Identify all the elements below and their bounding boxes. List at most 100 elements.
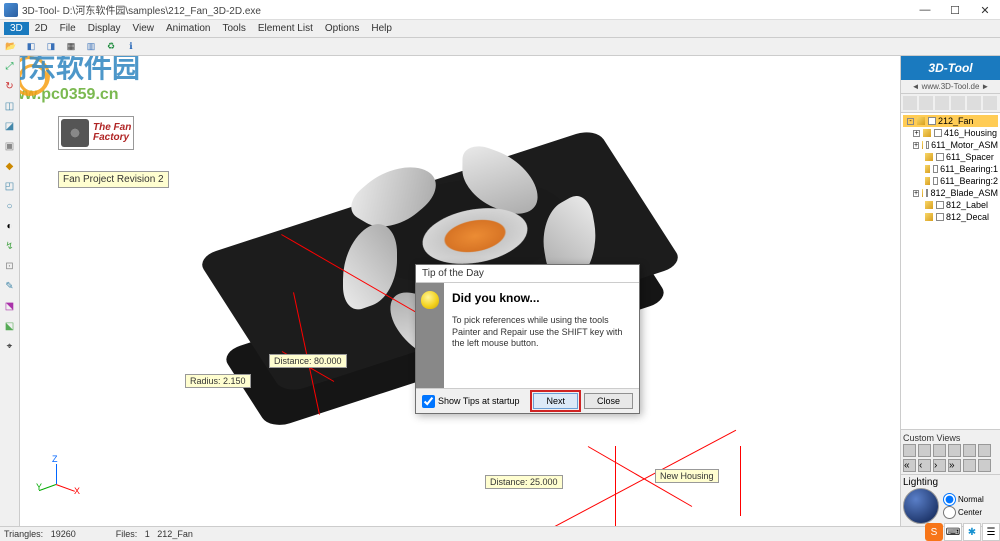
tool-icon-14[interactable]: ⬕	[2, 318, 18, 334]
toolbar-btn-7[interactable]: ℹ	[124, 40, 138, 54]
cube-icon[interactable]: ◫	[2, 98, 18, 114]
nav-back-icon[interactable]: ◄	[912, 82, 920, 91]
tool-icon-6[interactable]: ◆	[2, 158, 18, 174]
nav-fwd-icon[interactable]: ►	[981, 82, 989, 91]
toolbar-open-icon[interactable]: 📂	[4, 40, 18, 54]
fan-factory-icon	[61, 119, 89, 147]
tree-node[interactable]: 611_Bearing:2	[903, 175, 998, 187]
tool-icon-12[interactable]: ✎	[2, 278, 18, 294]
toolbar: 📂 ◧ ◨ ▦ ▥ ♻ ℹ	[0, 38, 1000, 56]
dimension-label-radius[interactable]: Radius: 2.150	[185, 374, 251, 388]
panel-icon[interactable]	[951, 96, 965, 110]
filename: 212_Fan	[157, 529, 193, 539]
tray-icon-3[interactable]: ✱	[963, 523, 981, 541]
view-btn[interactable]: ›	[933, 459, 946, 472]
tool-icon-11[interactable]: ⊡	[2, 258, 18, 274]
model-tree[interactable]: -212_Fan +416_Housing +611_Motor_ASM 611…	[901, 113, 1000, 429]
toolbar-btn-2[interactable]: ◧	[24, 40, 38, 54]
panel-icon[interactable]	[935, 96, 949, 110]
menu-tools[interactable]: Tools	[216, 23, 251, 34]
tree-node[interactable]: 611_Bearing:1	[903, 163, 998, 175]
triangles-value: 19260	[51, 529, 76, 539]
show-tips-input[interactable]	[422, 395, 435, 408]
axis-x-label: X	[74, 486, 80, 496]
show-tips-checkbox[interactable]: Show Tips at startup	[422, 395, 527, 408]
toolbar-btn-4[interactable]: ▦	[64, 40, 78, 54]
fit-icon[interactable]: ⤢	[2, 58, 18, 74]
maximize-button[interactable]: ☐	[940, 0, 970, 20]
menu-animation[interactable]: Animation	[160, 23, 216, 34]
tree-root[interactable]: -212_Fan	[903, 115, 998, 127]
viewport-3d[interactable]: 河东软件园 www.pc0359.cn The Fan Factory Fan …	[20, 56, 900, 526]
toolbar-btn-5[interactable]: ▥	[84, 40, 98, 54]
tool-icon-13[interactable]: ⬔	[2, 298, 18, 314]
lighting-label: Lighting	[903, 477, 998, 488]
menu-file[interactable]: File	[54, 23, 82, 34]
next-button[interactable]: Next	[533, 393, 578, 409]
tray-icon-4[interactable]: ☰	[982, 523, 1000, 541]
tree-node[interactable]: +812_Blade_ASM	[903, 187, 998, 199]
titlebar: 3D-Tool- D:\河东软件园\samples\212_Fan_3D-2D.…	[0, 0, 1000, 20]
menu-help[interactable]: Help	[365, 23, 398, 34]
tree-node[interactable]: 812_Decal	[903, 211, 998, 223]
tool-icon-15[interactable]: ⌖	[2, 338, 18, 354]
statusbar: Triangles: 19260 Files: 1 212_Fan	[0, 526, 1000, 541]
lighting-normal-option[interactable]: Normal	[943, 493, 984, 506]
view-btn[interactable]	[933, 444, 946, 457]
fanfactory-line2: Factory	[93, 133, 131, 143]
lighting-panel: Lighting Normal Center	[901, 474, 1000, 526]
right-panel: 3D-Tool ◄ www.3D-Tool.de ► -212_Fan +416…	[900, 56, 1000, 526]
view-btn[interactable]	[963, 459, 976, 472]
tree-node[interactable]: +416_Housing	[903, 127, 998, 139]
close-window-button[interactable]: ✕	[970, 0, 1000, 20]
watermark: 河东软件园 www.pc0359.cn	[20, 56, 140, 104]
lighting-center-option[interactable]: Center	[943, 506, 984, 519]
menu-display[interactable]: Display	[82, 23, 127, 34]
rotate-icon[interactable]: ↻	[2, 78, 18, 94]
window-controls: — ☐ ✕	[910, 0, 1000, 20]
brand-url[interactable]: www.3D-Tool.de	[922, 82, 980, 91]
panel-icon[interactable]	[967, 96, 981, 110]
app-icon	[4, 3, 18, 17]
dialog-heading: Did you know...	[452, 291, 631, 305]
view-btn[interactable]	[978, 459, 991, 472]
dimension-label-distance80[interactable]: Distance: 80.000	[269, 354, 347, 368]
view-btn[interactable]	[903, 444, 916, 457]
minimize-button[interactable]: —	[910, 0, 940, 20]
menu-element-list[interactable]: Element List	[252, 23, 319, 34]
tree-node[interactable]: +611_Motor_ASM	[903, 139, 998, 151]
dimension-label-newhousing[interactable]: New Housing	[655, 469, 719, 483]
brand-url-bar: ◄ www.3D-Tool.de ►	[901, 80, 1000, 94]
panel-icon[interactable]	[983, 96, 997, 110]
tree-node[interactable]: 611_Spacer	[903, 151, 998, 163]
custom-views-label: Custom Views	[903, 432, 998, 444]
view-btn[interactable]: «	[903, 459, 916, 472]
dimension-label-distance25[interactable]: Distance: 25.000	[485, 475, 563, 489]
tool-icon-7[interactable]: ◰	[2, 178, 18, 194]
view-btn[interactable]	[963, 444, 976, 457]
view-btn[interactable]	[948, 444, 961, 457]
tool-icon-9[interactable]: ◐	[2, 218, 18, 234]
tree-node[interactable]: 812_Label	[903, 199, 998, 211]
lighting-sphere[interactable]	[903, 488, 939, 524]
isoview-icon[interactable]: ◪	[2, 118, 18, 134]
tab-2d[interactable]: 2D	[29, 23, 54, 34]
menu-view[interactable]: View	[127, 23, 161, 34]
view-btn[interactable]	[978, 444, 991, 457]
tab-3d[interactable]: 3D	[4, 22, 29, 35]
tool-icon-8[interactable]: ○	[2, 198, 18, 214]
panel-icon[interactable]	[903, 96, 917, 110]
panel-icon[interactable]	[919, 96, 933, 110]
view-btn[interactable]	[918, 444, 931, 457]
brand-logo: 3D-Tool	[901, 56, 1000, 80]
tool-icon-5[interactable]: ▣	[2, 138, 18, 154]
close-button[interactable]: Close	[584, 393, 633, 409]
view-btn[interactable]: ‹	[918, 459, 931, 472]
menu-options[interactable]: Options	[319, 23, 365, 34]
tray-icon-1[interactable]: S	[925, 523, 943, 541]
tray-icon-2[interactable]: ⌨	[944, 523, 962, 541]
tool-icon-10[interactable]: ↯	[2, 238, 18, 254]
view-btn[interactable]: »	[948, 459, 961, 472]
toolbar-btn-6[interactable]: ♻	[104, 40, 118, 54]
toolbar-btn-3[interactable]: ◨	[44, 40, 58, 54]
